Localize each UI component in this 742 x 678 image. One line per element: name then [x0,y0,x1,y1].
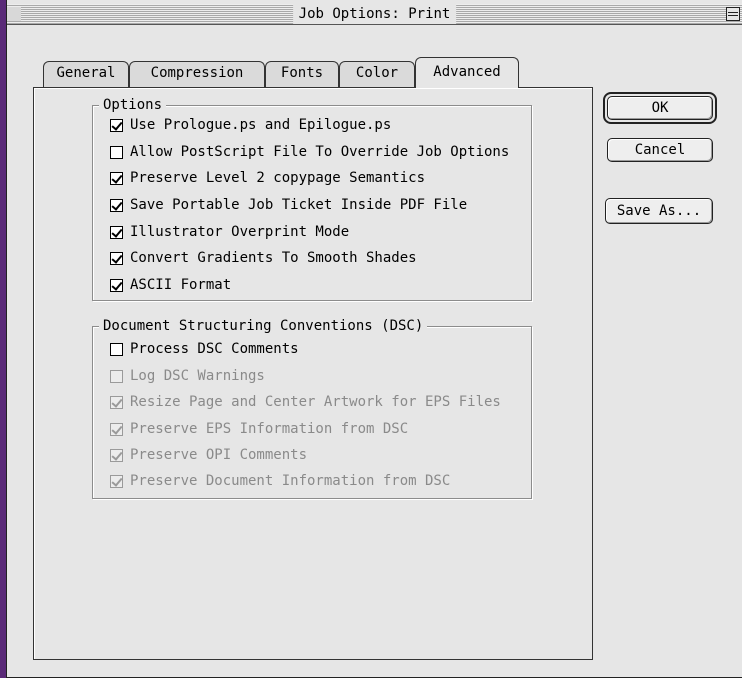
ok-button[interactable]: OK [607,96,713,120]
option-label: Illustrator Overprint Mode [130,224,350,240]
dsc-preserve-eps-info: Preserve EPS Information from DSC [110,419,408,439]
tab-label: General [56,65,116,81]
option-label: Allow PostScript File To Override Job Op… [130,144,510,160]
title-bar[interactable]: Job Options: Print [7,4,742,25]
checkbox [110,395,123,409]
tab-fonts[interactable]: Fonts [265,61,339,87]
save-as-button[interactable]: Save As... [605,198,713,224]
cancel-button[interactable]: Cancel [607,138,713,162]
options-legend: Options [99,96,167,114]
tab-label: Color [355,65,399,81]
tab-label: Compression [150,65,244,81]
checkbox[interactable] [110,342,123,356]
option-label: Convert Gradients To Smooth Shades [130,250,417,266]
option-label: Save Portable Job Ticket Inside PDF File [130,197,468,213]
dsc-preserve-doc-info: Preserve Document Information from DSC [110,471,450,491]
option-label: Log DSC Warnings [130,368,265,384]
option-label: Preserve Document Information from DSC [130,473,451,489]
dsc-process-comments[interactable]: Process DSC Comments [110,339,299,359]
tab-label: Fonts [280,65,324,81]
collapse-box-icon[interactable] [726,7,740,21]
tab-compression[interactable]: Compression [129,61,265,87]
option-label: Preserve Level 2 copypage Semantics [130,170,426,186]
dsc-legend: Document Structuring Conventions (DSC) [99,317,428,335]
option-use-prologue[interactable]: Use Prologue.ps and Epilogue.ps [110,115,391,135]
option-label: Use Prologue.ps and Epilogue.ps [130,117,392,133]
tab-advanced[interactable]: Advanced [415,57,519,88]
checkbox[interactable] [110,251,123,265]
dsc-resize-page: Resize Page and Center Artwork for EPS F… [110,392,501,412]
dsc-log-warnings: Log DSC Warnings [110,366,265,386]
close-box[interactable] [7,7,21,21]
option-label: Process DSC Comments [130,341,299,357]
option-label: Preserve OPI Comments [130,447,308,463]
checkbox[interactable] [110,278,123,292]
checkbox[interactable] [110,118,123,132]
option-allow-ps-override[interactable]: Allow PostScript File To Override Job Op… [110,142,509,162]
checkbox[interactable] [110,171,123,185]
tab-label: Advanced [433,64,501,80]
option-label: Resize Page and Center Artwork for EPS F… [130,394,501,410]
option-illustrator-overprint[interactable]: Illustrator Overprint Mode [110,222,349,242]
option-ascii-format[interactable]: ASCII Format [110,275,231,295]
tab-color[interactable]: Color [339,61,415,87]
tab-general[interactable]: General [43,61,129,87]
checkbox[interactable] [110,225,123,239]
tab-panel-advanced: Options Use Prologue.ps and Epilogue.ps … [33,87,593,660]
option-save-job-ticket[interactable]: Save Portable Job Ticket Inside PDF File [110,195,467,215]
options-group: Options Use Prologue.ps and Epilogue.ps … [92,96,532,301]
option-convert-gradients[interactable]: Convert Gradients To Smooth Shades [110,248,417,268]
checkbox [110,369,123,383]
checkbox [110,422,123,436]
checkbox [110,448,123,462]
option-label: ASCII Format [130,277,232,293]
option-label: Preserve EPS Information from DSC [130,421,409,437]
dsc-group: Document Structuring Conventions (DSC) P… [92,317,532,499]
checkbox[interactable] [110,198,123,212]
dsc-preserve-opi: Preserve OPI Comments [110,445,307,465]
dialog-window: Job Options: Print General Compression F… [6,0,742,678]
checkbox[interactable] [110,145,123,159]
window-title: Job Options: Print [292,4,457,24]
checkbox [110,474,123,488]
option-preserve-copypage[interactable]: Preserve Level 2 copypage Semantics [110,168,425,188]
